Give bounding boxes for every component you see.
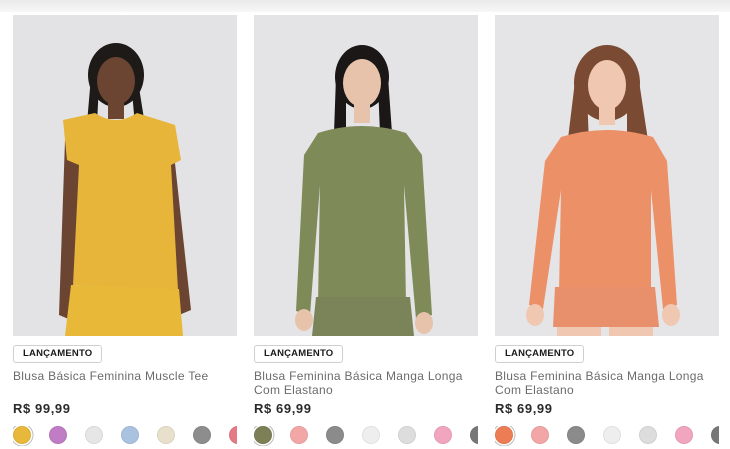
product-price: R$ 69,99 <box>254 401 312 416</box>
color-swatch[interactable] <box>193 426 211 444</box>
color-swatch[interactable] <box>711 426 719 444</box>
launch-badge: LANÇAMENTO <box>254 345 344 363</box>
color-swatches <box>254 426 478 446</box>
color-swatch[interactable] <box>470 426 478 444</box>
color-swatch[interactable] <box>531 426 549 444</box>
color-swatch[interactable] <box>495 426 513 444</box>
product-price: R$ 99,99 <box>13 401 71 416</box>
product-image[interactable] <box>254 15 478 336</box>
color-swatch[interactable] <box>290 426 308 444</box>
color-swatch[interactable] <box>229 426 237 444</box>
color-swatch[interactable] <box>434 426 452 444</box>
product-card[interactable]: LANÇAMENTO Blusa Básica Feminina Muscle … <box>13 15 237 449</box>
color-swatch[interactable] <box>326 426 344 444</box>
color-swatch[interactable] <box>49 426 67 444</box>
color-swatch[interactable] <box>254 426 272 444</box>
color-swatches <box>13 426 237 446</box>
launch-badge: LANÇAMENTO <box>13 345 103 363</box>
product-card[interactable]: LANÇAMENTO Blusa Feminina Básica Manga L… <box>495 15 719 449</box>
product-price: R$ 69,99 <box>495 401 553 416</box>
color-swatches <box>495 426 719 446</box>
color-swatch[interactable] <box>121 426 139 444</box>
color-swatch[interactable] <box>675 426 693 444</box>
product-name[interactable]: Blusa Feminina Básica Manga Longa Com El… <box>254 369 478 399</box>
product-card[interactable]: LANÇAMENTO Blusa Feminina Básica Manga L… <box>254 15 478 449</box>
launch-badge: LANÇAMENTO <box>495 345 585 363</box>
top-scroll-shadow <box>0 0 730 12</box>
color-swatch[interactable] <box>85 426 103 444</box>
color-swatch[interactable] <box>13 426 31 444</box>
product-name[interactable]: Blusa Básica Feminina Muscle Tee <box>13 369 237 399</box>
color-swatch[interactable] <box>157 426 175 444</box>
color-swatch[interactable] <box>362 426 380 444</box>
product-image[interactable] <box>495 15 719 336</box>
product-name[interactable]: Blusa Feminina Básica Manga Longa Com El… <box>495 369 719 399</box>
product-image[interactable] <box>13 15 237 336</box>
color-swatch[interactable] <box>398 426 416 444</box>
color-swatch[interactable] <box>603 426 621 444</box>
color-swatch[interactable] <box>639 426 657 444</box>
color-swatch[interactable] <box>567 426 585 444</box>
